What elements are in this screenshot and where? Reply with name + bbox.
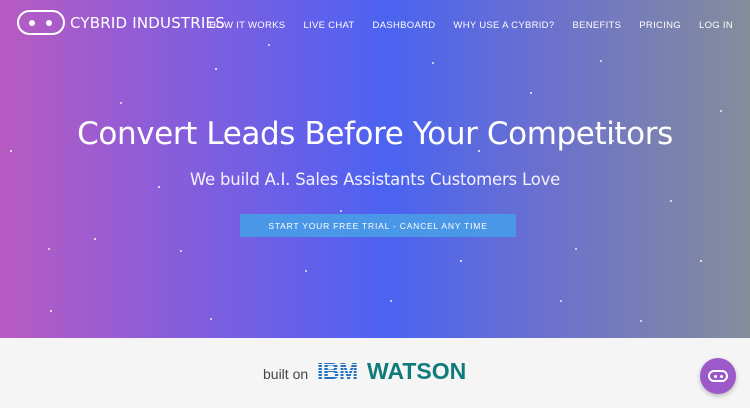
- star-dot: [700, 260, 702, 262]
- hero-subheadline: We build A.I. Sales Assistants Customers…: [189, 170, 561, 189]
- chat-robot-icon: [708, 370, 728, 382]
- ibm-watson-logo: IBM WATSON: [317, 359, 466, 383]
- star-dot: [670, 200, 672, 202]
- hero-headline: Convert Leads Before Your Competitors: [77, 116, 673, 152]
- ibm-wordmark: IBM: [317, 359, 358, 383]
- star-dot: [215, 68, 217, 70]
- nav-item-why-use-cybrid[interactable]: WHY USE A CYBRID?: [453, 20, 554, 31]
- star-dot: [305, 270, 307, 272]
- nav-item-log-in[interactable]: LOG IN: [699, 20, 733, 31]
- star-dot: [50, 310, 52, 312]
- star-dot: [48, 248, 50, 250]
- star-dot: [340, 210, 342, 212]
- star-dot: [600, 60, 602, 62]
- star-dot: [210, 318, 212, 320]
- hero-section: CYBRID INDUSTRIES HOW IT WORKS LIVE CHAT…: [0, 0, 750, 338]
- star-dot: [575, 248, 577, 250]
- star-dot: [460, 260, 462, 262]
- star-dot: [180, 250, 182, 252]
- star-dot: [560, 300, 562, 302]
- star-dot: [640, 320, 642, 322]
- top-navbar: CYBRID INDUSTRIES HOW IT WORKS LIVE CHAT…: [0, 0, 750, 50]
- star-dot: [720, 110, 722, 112]
- nav-item-pricing[interactable]: PRICING: [639, 20, 681, 31]
- star-dot: [120, 102, 122, 104]
- watson-wordmark: WATSON: [367, 359, 466, 383]
- star-dot: [530, 92, 532, 94]
- nav-menu: HOW IT WORKS LIVE CHAT DASHBOARD WHY USE…: [191, 20, 733, 31]
- star-dot: [390, 300, 392, 302]
- built-on-label: built on: [263, 366, 309, 382]
- nav-item-benefits[interactable]: BENEFITS: [572, 20, 621, 31]
- nav-item-how-it-works[interactable]: HOW IT WORKS: [209, 20, 285, 31]
- nav-item-dashboard[interactable]: DASHBOARD: [373, 20, 436, 31]
- star-dot: [432, 62, 434, 64]
- chat-widget-button[interactable]: [700, 358, 736, 394]
- robot-face-icon: [17, 10, 65, 35]
- free-trial-button[interactable]: START YOUR FREE TRIAL - CANCEL ANY TIME: [240, 214, 516, 237]
- star-dot: [94, 238, 96, 240]
- nav-item-live-chat[interactable]: LIVE CHAT: [303, 20, 354, 31]
